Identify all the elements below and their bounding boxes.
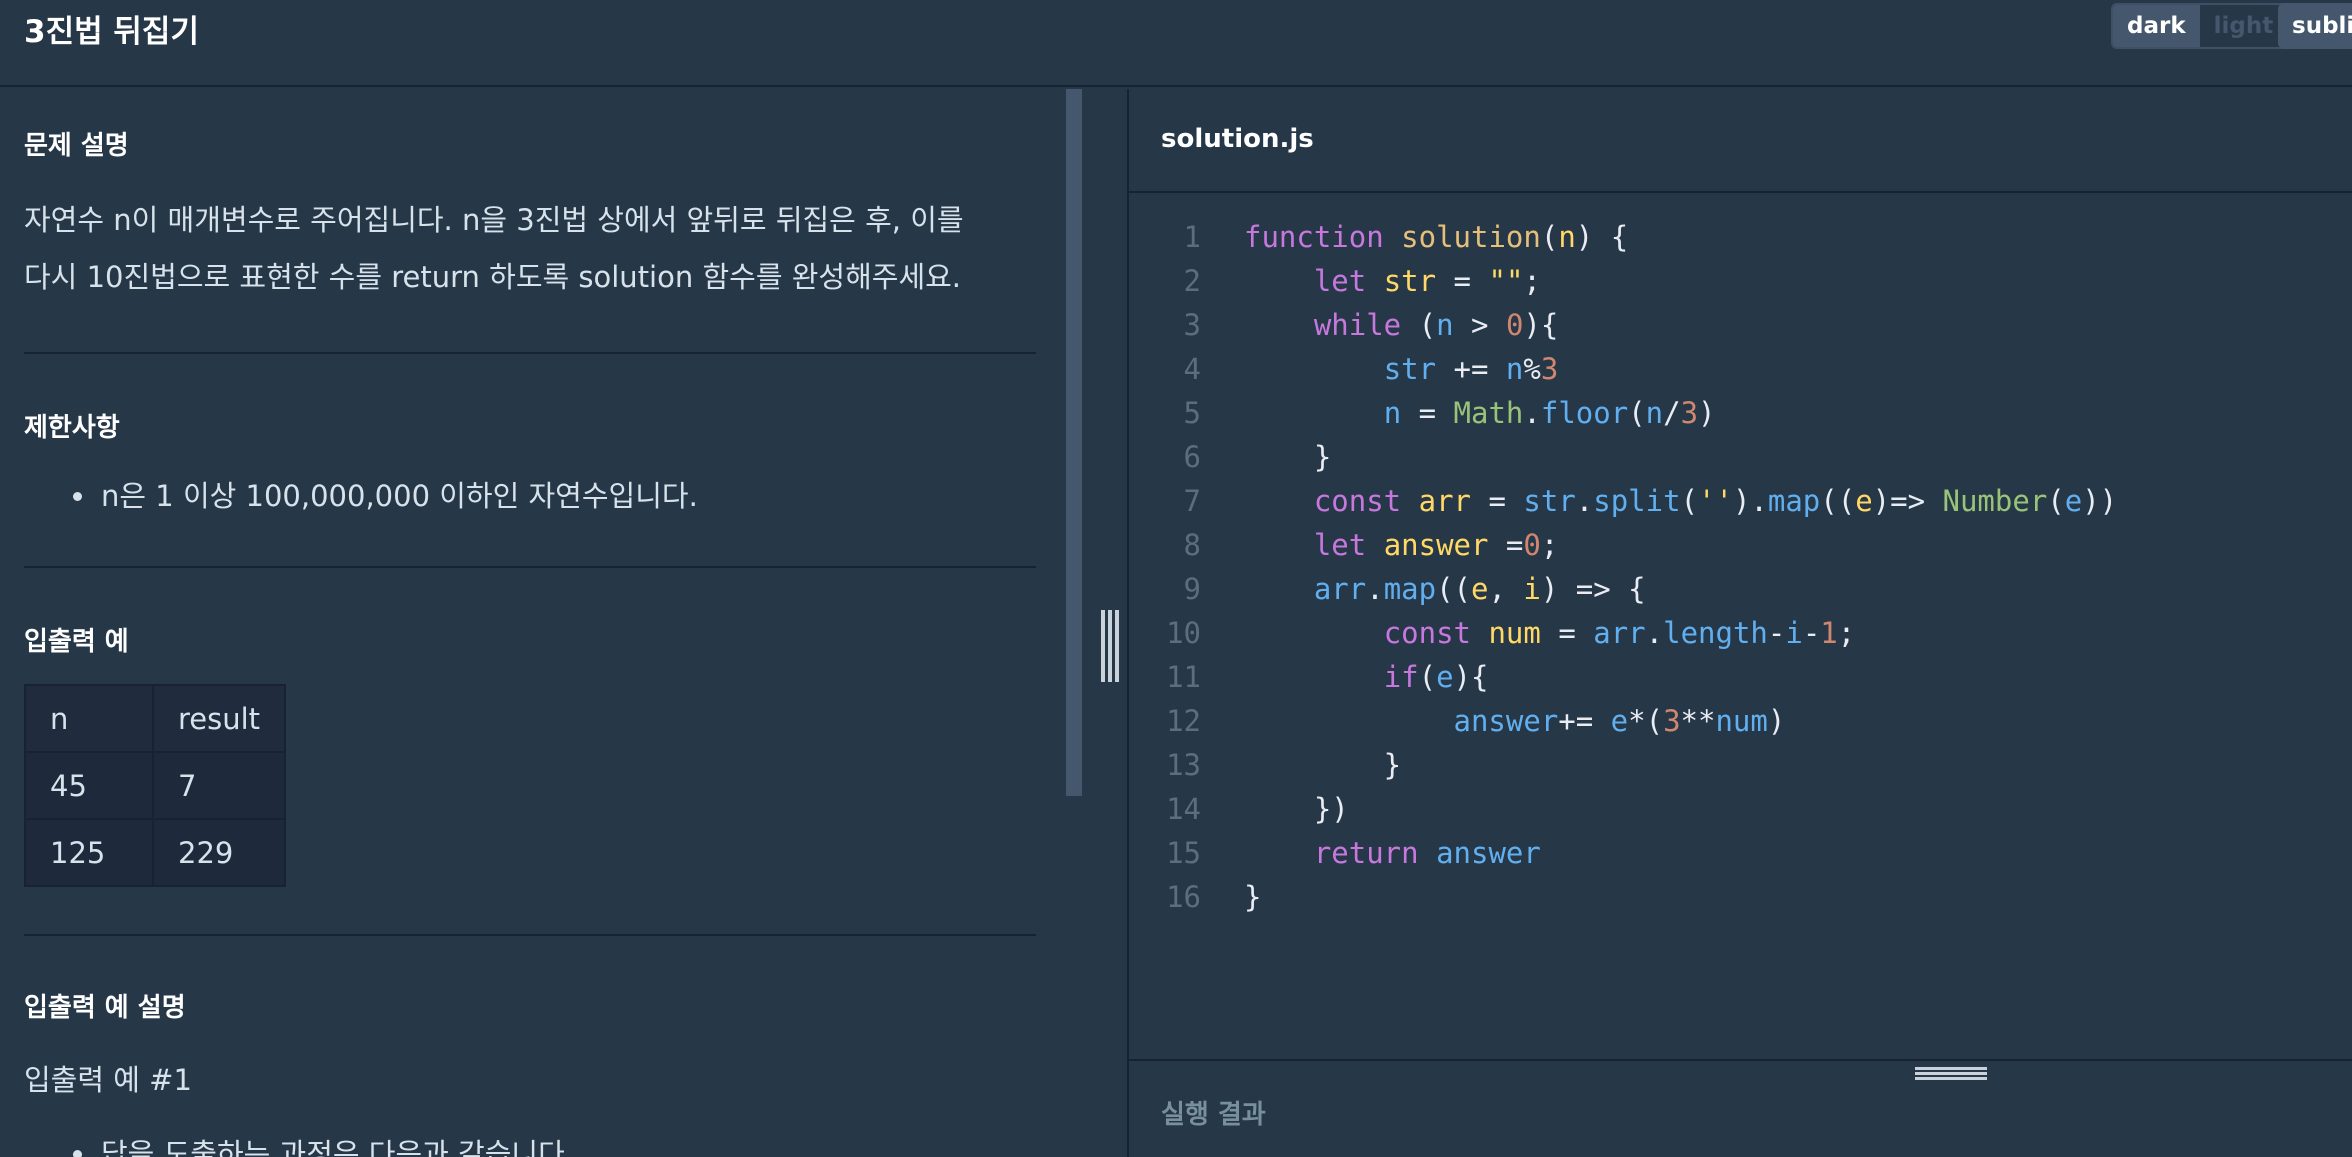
- line-number: 7: [1183, 484, 1201, 518]
- line-number: 9: [1183, 572, 1201, 606]
- table-cell: 7: [151, 751, 287, 820]
- line-number: 13: [1166, 748, 1201, 782]
- section-divider: [24, 352, 1036, 354]
- editor-panel: solution.js 1 function solution(n) { 2 le…: [1129, 89, 2352, 1157]
- splitter-handle[interactable]: [1115, 610, 1119, 682]
- code-line: 7 const arr = str.split('').map((e)=> Nu…: [1129, 479, 2352, 523]
- code-line: 16}: [1129, 875, 2352, 919]
- example-1-title: 입출력 예 #1: [24, 1063, 192, 1097]
- code-line: 10 const num = arr.length-i-1;: [1129, 611, 2352, 655]
- top-bar: 3진법 뒤집기 dark light sublime: [0, 0, 2352, 87]
- example-1-text: 답을 도출하는 과정은 다음과 같습니다.: [101, 1137, 574, 1157]
- line-number: 16: [1166, 880, 1201, 914]
- code-line: 4 str += n%3: [1129, 347, 2352, 391]
- constraint-item: n은 1 이상 100,000,000 이하인 자연수입니다.: [101, 479, 698, 513]
- result-title: 실행 결과: [1161, 1100, 1266, 1130]
- editor-tab-bar: solution.js: [1129, 89, 2352, 193]
- bullet-dot: [73, 1150, 82, 1157]
- table-header-row: n result: [24, 684, 287, 753]
- line-number: 11: [1166, 660, 1201, 694]
- description-title: 문제 설명: [24, 131, 129, 161]
- constraints-title: 제한사항: [24, 413, 120, 443]
- code-line: 2 let str = "";: [1129, 259, 2352, 303]
- editor-theme-button[interactable]: sublime: [2278, 3, 2352, 49]
- code-line: 1 function solution(n) {: [1129, 215, 2352, 259]
- splitter-handle[interactable]: [1101, 610, 1105, 682]
- line-number: 15: [1166, 836, 1201, 870]
- table-cell: 125: [24, 818, 154, 887]
- table-row: 45 7: [24, 751, 287, 820]
- table-header-n: n: [24, 684, 154, 753]
- theme-toggle: dark light: [2111, 3, 2290, 49]
- line-number: 4: [1183, 352, 1201, 386]
- code-line: 15 return answer: [1129, 831, 2352, 875]
- page-title: 3진법 뒤집기: [24, 14, 199, 50]
- section-divider: [24, 934, 1036, 936]
- code-line: 6 }: [1129, 435, 2352, 479]
- code-line: 14 }): [1129, 787, 2352, 831]
- bullet-dot: [73, 492, 82, 501]
- code-editor[interactable]: 1 function solution(n) { 2 let str = ""; …: [1129, 195, 2352, 1061]
- code-line: 9 arr.map((e, i) => {: [1129, 567, 2352, 611]
- table-row: 125 229: [24, 818, 287, 887]
- line-number: 1: [1183, 220, 1201, 254]
- table-header-result: result: [151, 684, 287, 753]
- code-line: 5 n = Math.floor(n/3): [1129, 391, 2352, 435]
- explanation-title: 입출력 예 설명: [24, 993, 186, 1023]
- line-number: 5: [1183, 396, 1201, 430]
- theme-dark-button[interactable]: dark: [2113, 5, 2200, 47]
- examples-title: 입출력 예: [24, 627, 129, 657]
- code-line: 11 if(e){: [1129, 655, 2352, 699]
- file-tab-solution[interactable]: solution.js: [1161, 124, 1314, 154]
- line-number: 3: [1183, 308, 1201, 342]
- code-line: 12 answer+= e*(3**num): [1129, 699, 2352, 743]
- problem-panel: 문제 설명 자연수 n이 매개변수로 주어집니다. n을 3진법 상에서 앞뒤로…: [0, 89, 1127, 1157]
- description-line-2: 다시 10진법으로 표현한 수를 return 하도록 solution 함수를…: [24, 260, 962, 294]
- line-number: 14: [1166, 792, 1201, 826]
- line-number: 6: [1183, 440, 1201, 474]
- line-number: 8: [1183, 528, 1201, 562]
- table-cell: 229: [151, 818, 287, 887]
- line-number: 10: [1166, 616, 1201, 650]
- problem-scrollbar[interactable]: [1066, 89, 1082, 796]
- theme-light-button[interactable]: light: [2199, 5, 2288, 47]
- section-divider: [24, 566, 1036, 568]
- examples-table: n result 45 7 125 229: [24, 684, 287, 887]
- line-number: 2: [1183, 264, 1201, 298]
- splitter-handle[interactable]: [1108, 610, 1112, 682]
- description-line-1: 자연수 n이 매개변수로 주어집니다. n을 3진법 상에서 앞뒤로 뒤집은 후…: [24, 203, 964, 237]
- line-number: 12: [1166, 704, 1201, 738]
- code-line: 3 while (n > 0){: [1129, 303, 2352, 347]
- result-resize-handle[interactable]: [1915, 1067, 1987, 1081]
- code-line: 8 let answer =0;: [1129, 523, 2352, 567]
- code-line: 13 }: [1129, 743, 2352, 787]
- table-cell: 45: [24, 751, 154, 820]
